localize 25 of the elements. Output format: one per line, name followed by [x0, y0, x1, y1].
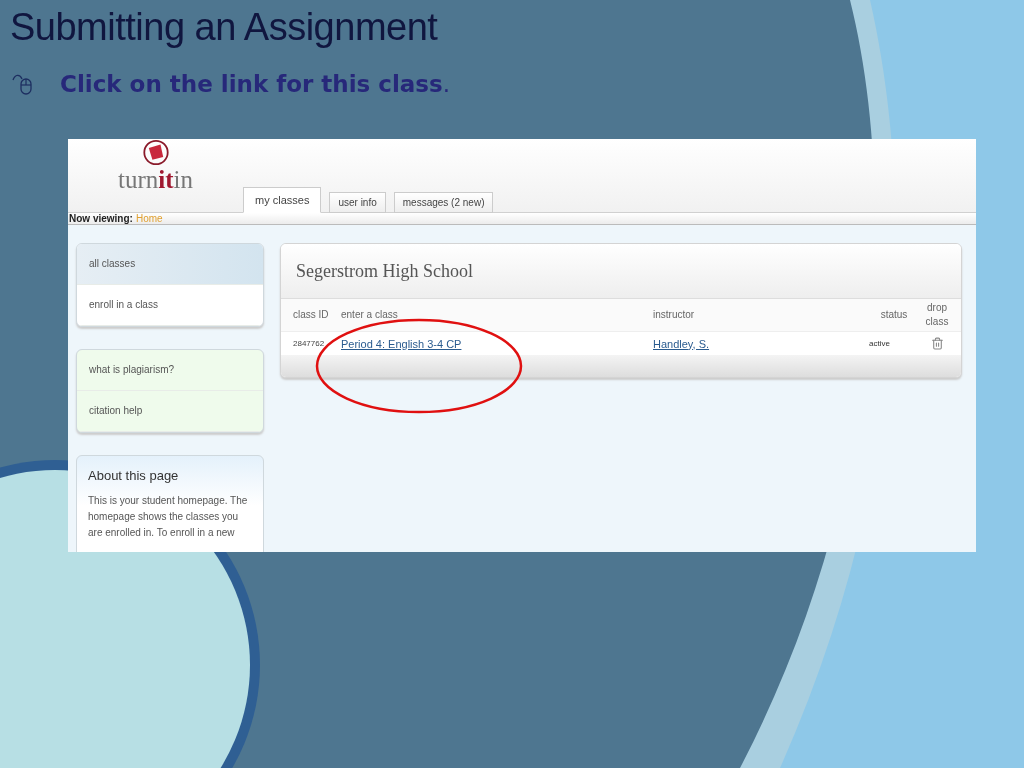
- bullet-text: Click on the link for this class.: [60, 71, 451, 97]
- column-header: status: [879, 308, 909, 322]
- trash-icon[interactable]: [930, 337, 944, 350]
- breadcrumb-label: Now viewing:: [69, 213, 133, 224]
- mouse-icon: [12, 72, 34, 96]
- school-name: Segerstrom High School: [281, 244, 961, 298]
- class-id: 2847762: [293, 339, 326, 348]
- tab[interactable]: user info: [329, 192, 386, 213]
- tab[interactable]: messages (2 new): [393, 192, 494, 213]
- logo-text: turnitin: [118, 166, 193, 194]
- instructor-link[interactable]: Handley, S.: [653, 337, 710, 350]
- column-header: class ID: [293, 308, 330, 322]
- sidebar-item[interactable]: enroll in a class: [77, 285, 263, 326]
- column-header: instructor: [653, 308, 696, 322]
- sidebar-item[interactable]: all classes: [77, 244, 263, 285]
- about-title: About this page: [88, 468, 180, 483]
- tab[interactable]: my classes: [243, 187, 322, 213]
- column-header: enter a class: [341, 308, 399, 322]
- sidebar-item[interactable]: what is plagiarism?: [77, 350, 263, 391]
- class-link[interactable]: Period 4: English 3-4 CP: [341, 337, 462, 350]
- sidebar-item[interactable]: citation help: [77, 391, 263, 432]
- slide-title: Submitting an Assignment: [10, 6, 439, 49]
- column-header: drop class: [924, 301, 950, 329]
- status-text: active: [869, 339, 891, 348]
- about-text: This is your student homepage. The homepage shows the classes you are enrolled in. To enroll in a new: [88, 494, 249, 540]
